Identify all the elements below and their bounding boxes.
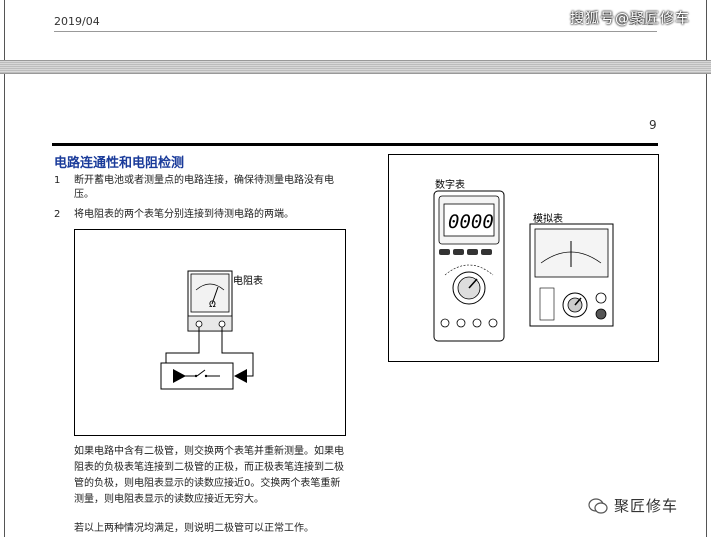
meters-figure: 0000 数字表 模拟表 <box>388 154 659 362</box>
section-rule <box>52 143 658 146</box>
diode-paragraph: 如果电路中含有二极管，则交换两个表笔并重新测量。如果电阻表的负极表笔连接到二极管… <box>74 446 344 505</box>
page-date: 2019/04 <box>54 15 100 28</box>
step-number: 2 <box>54 209 61 220</box>
section-title: 电路连通性和电阻检测 <box>54 156 185 171</box>
digital-display-value: 0000 <box>448 211 494 233</box>
header-rule <box>54 31 657 32</box>
previous-page-fragment: 2019/04 SX12 搜狐号@聚匠修车 <box>0 0 711 60</box>
document-page: 9 电路连通性和电阻检测 1 断开蓄电池或者测量点的电路连接，确保待测量电路没有… <box>0 74 711 537</box>
brand-logo: 聚匠修车 <box>588 495 678 516</box>
step-text: 将电阻表的两个表笔分别连接到待测电路的两端。 <box>74 209 294 220</box>
ohmmeter-label: 电阻表 <box>233 276 263 287</box>
ohmmeter-diagram: Ω <box>160 270 254 390</box>
page-number: 9 <box>649 118 657 132</box>
brand-name: 聚匠修车 <box>614 497 679 515</box>
wechat-icon <box>588 497 608 514</box>
step-text: 断开蓄电池或者测量点的电路连接，确保待测量电路没有电压。 <box>74 175 334 200</box>
step-number: 1 <box>54 175 61 186</box>
page-separator <box>0 60 711 74</box>
analog-meter-label: 模拟表 <box>533 214 563 225</box>
conclusion-paragraph: 若以上两种情况均满足，则说明二极管可以正常工作。 <box>74 523 314 534</box>
digital-meter-label: 数字表 <box>435 180 465 191</box>
ohmmeter-figure: Ω 电阻表 <box>74 229 346 436</box>
watermark: 搜狐号@聚匠修车 <box>570 11 690 27</box>
ohm-symbol: Ω <box>209 300 216 310</box>
meters-diagram: 0000 <box>433 190 614 342</box>
